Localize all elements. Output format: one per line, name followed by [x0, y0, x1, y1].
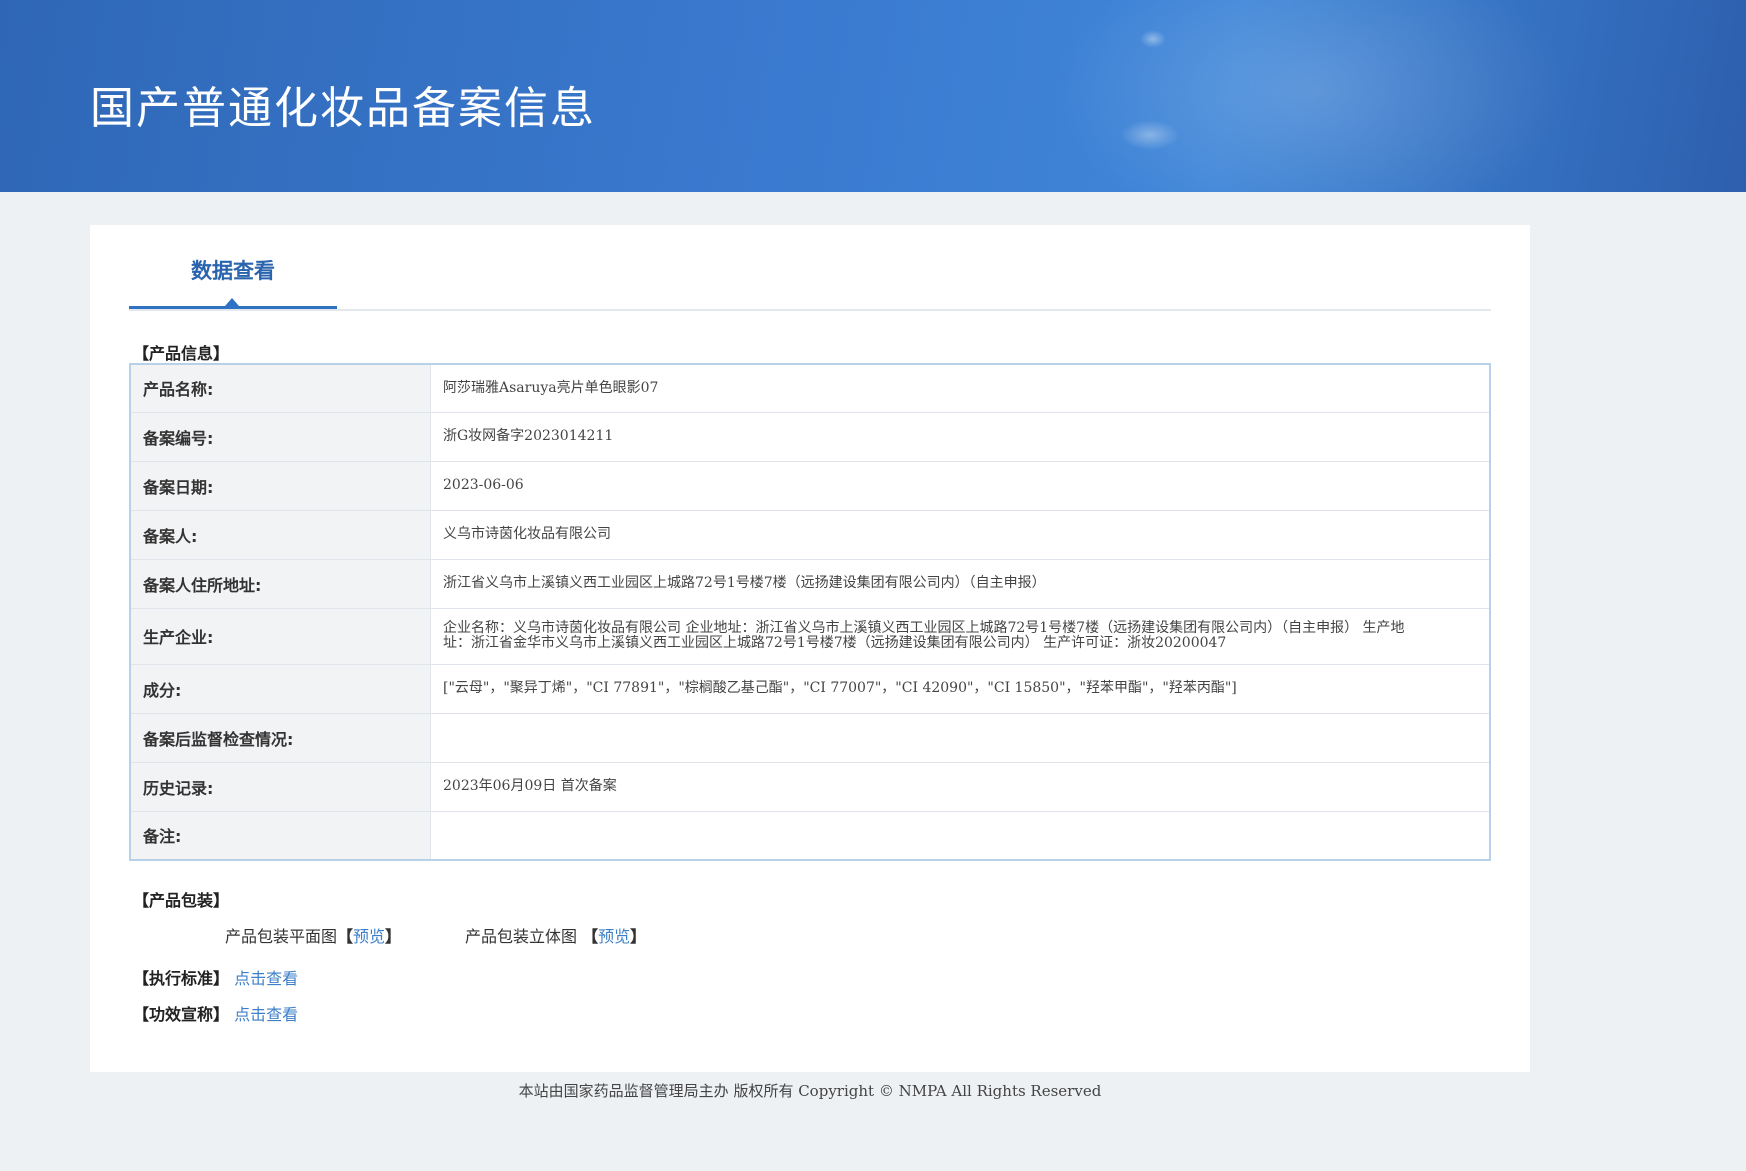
- table-row: 历史记录: 2023年06月09日 首次备案: [129, 761, 1491, 812]
- row-value: [430, 810, 1491, 861]
- standard-row: 【执行标准】 点击查看: [133, 965, 298, 989]
- row-key: 产品名称:: [129, 363, 431, 413]
- table-row: 备案人住所地址: 浙江省义乌市上溪镇义西工业园区上城路72号1号楼7楼（远扬建设…: [129, 558, 1491, 609]
- packaging-flat-label: 产品包装平面图: [225, 927, 338, 946]
- packaging-solid-preview-link[interactable]: 预览: [598, 927, 630, 946]
- row-key: 备注:: [129, 810, 431, 861]
- row-key: 备案后监督检查情况:: [129, 712, 431, 763]
- product-info-table: 产品名称: 阿莎瑞雅Asaruya亮片单色眼影07 备案编号: 浙G妆网备字20…: [129, 363, 1491, 861]
- packaging-flat: 产品包装平面图【预览】: [225, 927, 402, 946]
- packaging-flat-preview-link[interactable]: 预览: [353, 927, 385, 946]
- tab-bar: 数据查看: [129, 225, 1491, 311]
- row-value: 企业名称：义乌市诗茵化妆品有限公司 企业地址：浙江省义乌市上溪镇义西工业园区上城…: [430, 607, 1491, 665]
- standard-label: 【执行标准】: [133, 969, 230, 988]
- row-key: 备案人住所地址:: [129, 558, 431, 609]
- row-value: 2023-06-06: [430, 460, 1491, 511]
- claims-view-link[interactable]: 点击查看: [234, 1005, 298, 1024]
- claims-label: 【功效宣称】: [133, 1005, 230, 1024]
- row-key: 成分:: [129, 663, 431, 714]
- tab-label: 数据查看: [191, 259, 275, 283]
- packaging-solid-label: 产品包装立体图: [465, 927, 578, 946]
- packaging-solid: 产品包装立体图 【预览】: [465, 927, 647, 946]
- footer-copyright: 本站由国家药品监督管理局主办 版权所有 Copyright © NMPA All…: [518, 1082, 1102, 1100]
- table-row: 成分: ["云母"，"聚异丁烯"，"CI 77891"，"棕榈酸乙基己酯"，"C…: [129, 663, 1491, 714]
- table-row: 备案编号: 浙G妆网备字2023014211: [129, 411, 1491, 462]
- row-key: 备案日期:: [129, 460, 431, 511]
- tab-data-view[interactable]: 数据查看: [129, 225, 337, 309]
- banner-decoration: [1120, 120, 1180, 150]
- standard-view-link[interactable]: 点击查看: [234, 969, 298, 988]
- table-row: 备案日期: 2023-06-06: [129, 460, 1491, 511]
- row-value: ["云母"，"聚异丁烯"，"CI 77891"，"棕榈酸乙基己酯"，"CI 77…: [430, 663, 1491, 714]
- row-key: 生产企业:: [129, 607, 431, 665]
- row-value: 浙江省义乌市上溪镇义西工业园区上城路72号1号楼7楼（远扬建设集团有限公司内）（…: [430, 558, 1491, 609]
- table-row: 产品名称: 阿莎瑞雅Asaruya亮片单色眼影07: [129, 363, 1491, 413]
- row-value: 义乌市诗茵化妆品有限公司: [430, 509, 1491, 560]
- row-key: 备案编号:: [129, 411, 431, 462]
- table-row: 备案后监督检查情况:: [129, 712, 1491, 763]
- page-title: 国产普通化妆品备案信息: [90, 83, 596, 134]
- claims-row: 【功效宣称】 点击查看: [133, 1001, 298, 1025]
- table-row: 备案人: 义乌市诗茵化妆品有限公司: [129, 509, 1491, 560]
- table-row: 备注:: [129, 810, 1491, 861]
- content-panel: 数据查看 【产品信息】 产品名称: 阿莎瑞雅Asaruya亮片单色眼影07 备案…: [90, 225, 1530, 1072]
- row-value: 2023年06月09日 首次备案: [430, 761, 1491, 812]
- row-value: 阿莎瑞雅Asaruya亮片单色眼影07: [430, 363, 1491, 413]
- header-banner: 国产普通化妆品备案信息: [0, 0, 1746, 192]
- tab-indicator-caret: [225, 298, 239, 306]
- banner-decoration: [1050, 0, 1570, 192]
- table-row: 生产企业: 企业名称：义乌市诗茵化妆品有限公司 企业地址：浙江省义乌市上溪镇义西…: [129, 607, 1491, 665]
- section-product-info-title: 【产品信息】: [133, 344, 230, 363]
- row-key: 备案人:: [129, 509, 431, 560]
- banner-decoration: [1140, 30, 1166, 48]
- row-value: [430, 712, 1491, 763]
- section-packaging-title: 【产品包装】: [133, 891, 230, 910]
- row-key: 历史记录:: [129, 761, 431, 812]
- row-value: 浙G妆网备字2023014211: [430, 411, 1491, 462]
